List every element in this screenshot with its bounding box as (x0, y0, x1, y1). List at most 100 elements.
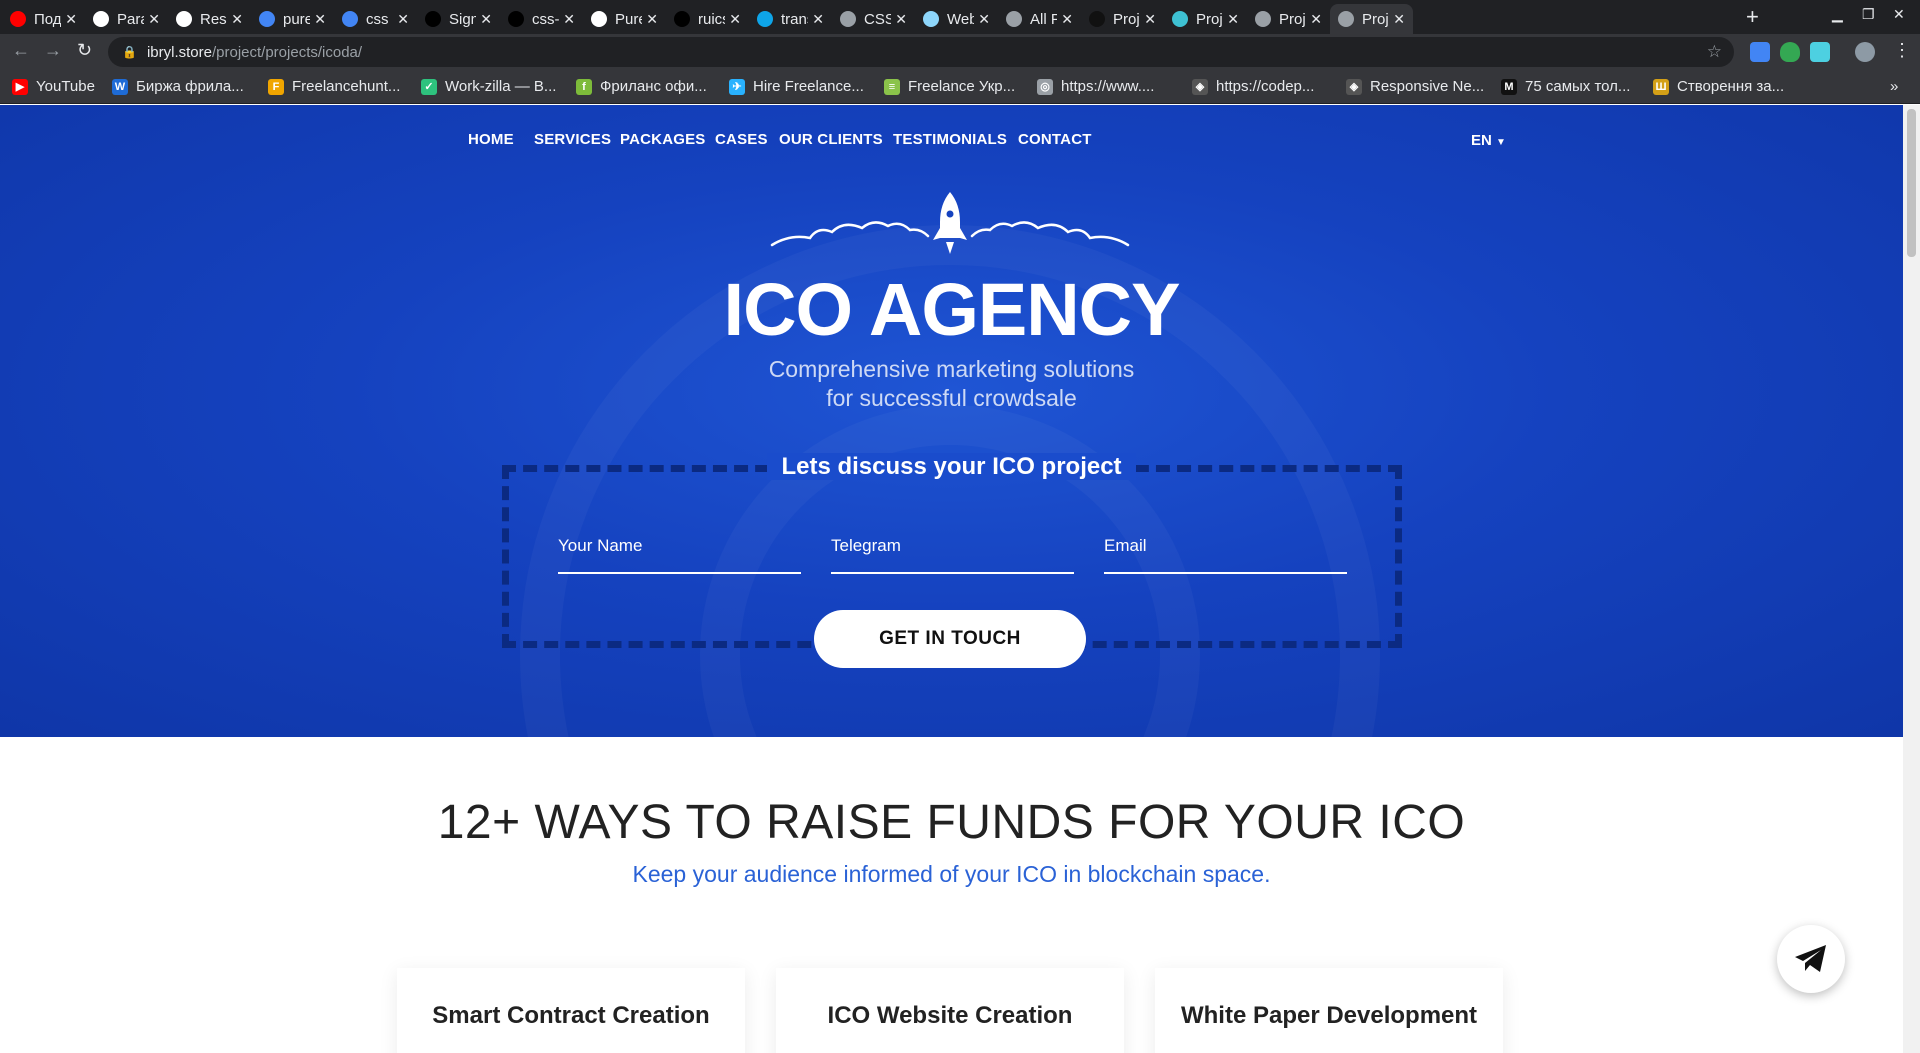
browser-tab[interactable]: Proje✕ (1247, 4, 1330, 34)
bookmark-item[interactable]: ✓ Work-zilla — В... (421, 78, 556, 95)
back-icon[interactable]: ← (12, 40, 30, 61)
bookmark-item[interactable]: M 75 самых тол... (1501, 78, 1630, 95)
address-bar[interactable]: 🔒 ibryl.store/project/projects/icoda/ ☆ (108, 37, 1734, 67)
avatar[interactable] (1855, 42, 1875, 62)
language-selector[interactable]: EN ▼ (1471, 132, 1506, 149)
tab-title: Proje (1196, 10, 1223, 28)
workzilla-icon: ✓ (421, 78, 437, 95)
restore-icon[interactable]: ❐ (1862, 6, 1875, 23)
translate-extension-icon[interactable] (1750, 42, 1770, 62)
close-tab-icon[interactable]: ✕ (812, 11, 824, 28)
globe-icon (840, 11, 856, 27)
close-tab-icon[interactable]: ✕ (1061, 11, 1073, 28)
bookmark-item[interactable]: Ш Створення за... (1653, 78, 1784, 95)
browser-tab[interactable]: Proje✕ (1081, 4, 1164, 34)
bookmark-item[interactable]: ✈ Hire Freelance... (729, 78, 864, 95)
tab-title: Signi (449, 10, 477, 28)
get-in-touch-button[interactable]: GET IN TOUCH (814, 610, 1086, 668)
browser-tab[interactable]: pure ✕ (251, 4, 334, 34)
nav-home[interactable]: HOME (468, 131, 514, 148)
telegram-plane-icon (1795, 945, 1826, 972)
page-viewport: HOME SERVICES PACKAGES CASES OUR CLIENTS… (0, 105, 1903, 1053)
close-tab-icon[interactable]: ✕ (1310, 11, 1322, 28)
close-tab-icon[interactable]: ✕ (978, 11, 990, 28)
service-card[interactable]: Smart Contract Creation (397, 968, 745, 1053)
bookmark-label: Створення за... (1677, 78, 1785, 95)
close-tab-icon[interactable]: ✕ (1393, 11, 1405, 28)
codepen-icon: ◈ (1346, 78, 1362, 95)
telegram-chat-button[interactable] (1777, 925, 1845, 993)
bookmark-item[interactable]: F Freelancehunt... (268, 78, 400, 95)
bookmark-item[interactable]: ◎ https://www.... (1037, 78, 1154, 95)
service-card[interactable]: ICO Website Creation (776, 968, 1124, 1053)
bookmark-item[interactable]: ◈ https://codep... (1192, 78, 1314, 95)
shield-extension-icon[interactable] (1780, 42, 1800, 62)
browser-tab[interactable]: Proje✕ (1330, 4, 1413, 34)
codepen-icon: ◈ (1192, 78, 1208, 95)
close-tab-icon[interactable]: ✕ (1144, 11, 1156, 28)
browser-tab[interactable]: CSS C✕ (832, 4, 915, 34)
close-tab-icon[interactable]: ✕ (729, 11, 741, 28)
bookmark-item[interactable]: ◈ Responsive Ne... (1346, 78, 1484, 95)
nav-our-clients[interactable]: OUR CLIENTS (779, 131, 883, 148)
menu-kebab-icon[interactable]: ⋮ (1893, 40, 1911, 61)
browser-tab[interactable]: Respc✕ (168, 4, 251, 34)
close-tab-icon[interactable]: ✕ (314, 11, 326, 28)
close-window-icon[interactable]: ✕ (1893, 6, 1905, 23)
close-tab-icon[interactable]: ✕ (148, 11, 160, 28)
close-tab-icon[interactable]: ✕ (563, 11, 575, 28)
close-tab-icon[interactable]: ✕ (65, 11, 77, 28)
nav-testimonials[interactable]: TESTIMONIALS (893, 131, 1007, 148)
nav-contact[interactable]: CONTACT (1018, 131, 1092, 148)
browser-tab[interactable]: Signi✕ (417, 4, 500, 34)
tab-title: Proje (1362, 10, 1389, 28)
name-input[interactable]: Your Name (558, 522, 801, 574)
github-icon (508, 11, 524, 27)
browser-tab[interactable]: Подп✕ (2, 4, 85, 34)
telegram-input[interactable]: Telegram (831, 522, 1074, 574)
reload-icon[interactable]: ↻ (77, 40, 92, 61)
tab-title: Paral (117, 10, 144, 28)
browser-tab[interactable]: Paral✕ (85, 4, 168, 34)
bookmark-star-icon[interactable]: ☆ (1707, 42, 1722, 62)
nav-cases[interactable]: CASES (715, 131, 768, 148)
close-tab-icon[interactable]: ✕ (646, 11, 658, 28)
language-label: EN (1471, 132, 1492, 149)
bookmark-item[interactable]: W Биржа фрила... (112, 78, 244, 95)
browser-tab[interactable]: Pure✕ (583, 4, 666, 34)
minimize-icon[interactable]: ▁ (1832, 6, 1843, 23)
page-scrollbar[interactable] (1903, 105, 1920, 1053)
service-card[interactable]: White Paper Development (1155, 968, 1503, 1053)
nav-packages[interactable]: PACKAGES (620, 131, 706, 148)
tab-title: css-or (532, 10, 560, 28)
contact-form-title: Lets discuss your ICO project (0, 453, 1903, 481)
browser-tab[interactable]: css or✕ (334, 4, 417, 34)
close-tab-icon[interactable]: ✕ (480, 11, 492, 28)
scrollbar-thumb[interactable] (1907, 109, 1916, 257)
extension-icon[interactable] (1810, 42, 1830, 62)
close-tab-icon[interactable]: ✕ (231, 11, 243, 28)
browser-tab[interactable]: ruics✕ (666, 4, 749, 34)
email-input[interactable]: Email (1104, 522, 1347, 574)
freelancer-icon: ✈ (729, 78, 745, 95)
close-tab-icon[interactable]: ✕ (1227, 11, 1239, 28)
bookmark-label: https://www.... (1061, 78, 1155, 95)
browser-tab[interactable]: Proje✕ (1164, 4, 1247, 34)
service-card-title: ICO Website Creation (827, 1002, 1073, 1029)
browser-tab[interactable]: trans✕ (749, 4, 832, 34)
close-tab-icon[interactable]: ✕ (397, 11, 409, 28)
nav-services[interactable]: SERVICES (534, 131, 611, 148)
hero-subtitle-line2: for successful crowdsale (826, 385, 1077, 411)
new-tab-button[interactable]: + (1746, 4, 1759, 30)
forward-icon[interactable]: → (44, 40, 62, 61)
bookmark-item[interactable]: ▶ YouTube (12, 78, 95, 95)
close-tab-icon[interactable]: ✕ (895, 11, 907, 28)
browser-tab[interactable]: All Pr✕ (998, 4, 1081, 34)
tab-title: css or (366, 10, 393, 28)
bookmark-item[interactable]: ≡ Freelance Укр... (884, 78, 1015, 95)
browser-tab[interactable]: Webp✕ (915, 4, 998, 34)
browser-tab[interactable]: css-or✕ (500, 4, 583, 34)
right-cloud-icon (970, 221, 1130, 247)
more-bookmarks-icon[interactable]: » (1890, 78, 1898, 95)
bookmark-item[interactable]: f Фриланс офи... (576, 78, 707, 95)
